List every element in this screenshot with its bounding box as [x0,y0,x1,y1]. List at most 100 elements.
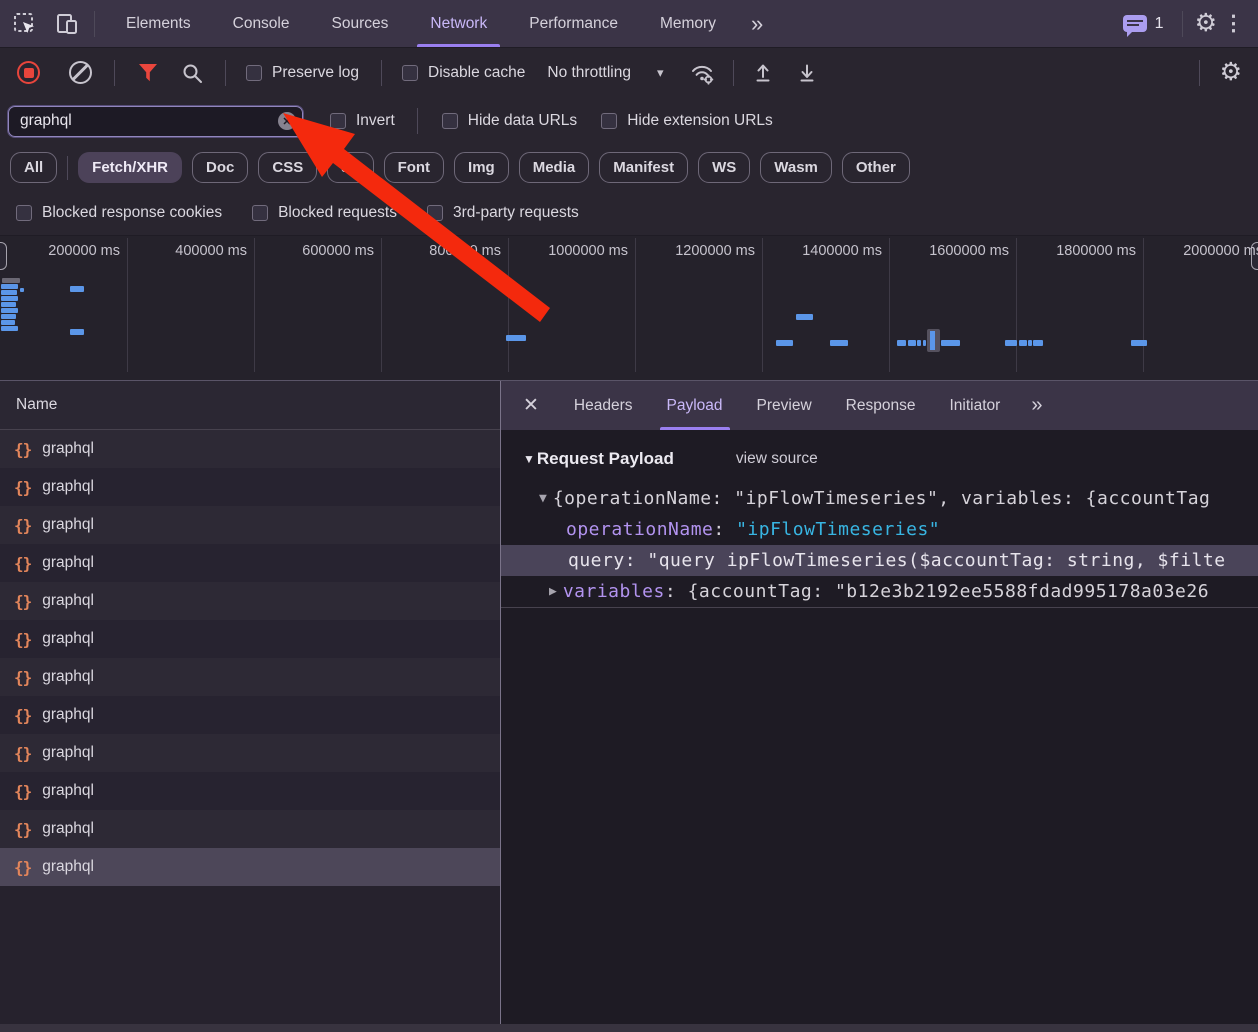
view-source-link[interactable]: view source [736,450,818,468]
network-conditions-icon[interactable] [689,61,715,85]
json-resource-icon: {} [14,591,32,611]
detail-tab-initiator[interactable]: Initiator [932,381,1017,430]
timeline-tick-label: 1400000 ms [802,243,882,259]
dropdown-arrow-icon: ▾ [656,64,664,80]
type-filter-css[interactable]: CSS [258,152,318,183]
filter-input[interactable]: graphql ✕ [7,104,304,138]
tab-memory[interactable]: Memory [639,0,737,47]
devtools-tabbar: Elements Console Sources Network Performance… [0,0,1258,47]
type-filter-doc[interactable]: Doc [192,152,249,183]
hide-data-urls-label: Hide data URLs [467,112,578,129]
issues-button[interactable]: 1 [1122,15,1164,37]
json-resource-icon: {} [14,743,32,763]
more-detail-tabs-button[interactable]: » [1017,381,1058,430]
divider [67,155,69,180]
network-settings-gear-icon[interactable]: ⚙ [1220,60,1242,85]
payload-section-title[interactable]: Request Payload [537,449,674,469]
request-row[interactable]: {} graphql [0,468,500,506]
type-filter-wasm[interactable]: Wasm [760,152,832,183]
tab-elements[interactable]: Elements [105,0,212,47]
inspect-element-icon[interactable] [8,7,42,41]
request-row[interactable]: {} graphql [0,658,500,696]
request-row[interactable]: {} graphql [0,696,500,734]
payload-tree-row[interactable]: query: "query ipFlowTimeseries($accountT… [501,545,1258,576]
request-name: graphql [42,782,94,799]
more-panels-button[interactable]: » [737,11,779,37]
timeline-gridline [762,238,763,372]
blocked-response-cookies-checkbox[interactable]: Blocked response cookies [16,204,222,222]
settings-gear-icon[interactable]: ⚙ [1195,11,1217,36]
clear-filter-icon[interactable]: ✕ [278,112,296,130]
payload-text: : [713,519,737,540]
json-resource-icon: {} [14,705,32,725]
detail-tab-preview[interactable]: Preview [740,381,829,430]
filter-icon[interactable] [137,63,159,83]
payload-tree-row[interactable]: operationName: "ipFlowTimeseries" [501,514,1258,545]
request-name: graphql [42,706,94,723]
search-icon[interactable] [181,62,203,84]
type-filter-media[interactable]: Media [518,152,590,183]
request-row[interactable]: {} graphql [0,734,500,772]
checkbox-label: Blocked requests [278,203,397,221]
invert-checkbox[interactable]: Invert [330,112,395,130]
type-filter-fetch-xhr[interactable]: Fetch/XHR [78,152,183,183]
detail-tab-response[interactable]: Response [829,381,933,430]
tab-console[interactable]: Console [212,0,311,47]
request-row[interactable]: {} graphql [0,772,500,810]
checkbox-box [330,113,346,129]
detail-tab-headers[interactable]: Headers [557,381,650,430]
timeline-tick-label: 200000 ms [48,243,120,259]
customize-devtools-icon[interactable]: ⋮ [1217,11,1258,36]
payload-tree-row[interactable]: ▼ {operationName: "ipFlowTimeseries", var… [501,483,1258,514]
disable-cache-checkbox[interactable]: Disable cache [402,64,525,82]
request-row[interactable]: {} graphql [0,544,500,582]
close-detail-icon[interactable]: ✕ [501,381,557,430]
3rd-party-requests-checkbox[interactable]: 3rd-party requests [426,204,579,222]
payload-tree-row[interactable]: ▶ variables: {accountTag: "b12e3b2192ee55… [501,576,1258,607]
type-filter-ws[interactable]: WS [698,152,751,183]
invert-label: Invert [356,112,395,129]
type-filter-manifest[interactable]: Manifest [599,152,689,183]
overview-left-handle[interactable] [0,242,7,270]
timeline-gridline [889,238,890,372]
request-row[interactable]: {} graphql [0,430,500,468]
import-har-icon[interactable] [752,62,774,84]
preserve-log-checkbox[interactable]: Preserve log [246,64,359,82]
request-name: graphql [42,858,94,875]
name-column-header[interactable]: Name [0,381,500,430]
request-timing-bar [70,329,84,335]
clear-network-log-button[interactable] [69,61,92,84]
type-filter-js[interactable]: JS [327,152,374,183]
export-har-icon[interactable] [796,62,818,84]
hide-extension-urls-checkbox[interactable]: Hide extension URLs [601,112,773,130]
request-timing-bar [1,296,18,301]
request-row[interactable]: {} graphql [0,620,500,658]
json-resource-icon: {} [14,819,32,839]
request-row[interactable]: {} graphql [0,848,500,886]
tab-network[interactable]: Network [409,0,508,47]
type-filter-other[interactable]: Other [841,152,910,183]
request-row[interactable]: {} graphql [0,506,500,544]
detail-tab-payload[interactable]: Payload [650,381,740,430]
type-filter-img[interactable]: Img [454,152,509,183]
checkbox-box [441,113,458,129]
blocked-requests-checkbox[interactable]: Blocked requests [252,204,397,222]
json-resource-icon: {} [14,439,32,459]
checkbox-box [246,64,262,81]
tab-sources[interactable]: Sources [311,0,410,47]
record-network-log-button[interactable] [17,61,40,84]
hide-data-urls-checkbox[interactable]: Hide data URLs [441,112,578,130]
request-row[interactable]: {} graphql [0,582,500,620]
network-overview-timeline[interactable]: 200000 ms 400000 ms 600000 ms 800000 ms 1000… [0,235,1258,380]
timeline-gridline [381,238,382,372]
device-toolbar-icon[interactable] [50,7,84,41]
collapse-triangle-icon[interactable]: ▼ [523,452,535,466]
type-filter-all[interactable]: All [10,152,58,183]
request-row[interactable]: {} graphql [0,810,500,848]
timeline-tick-label: 800000 ms [429,243,501,259]
request-type-filters: All Fetch/XHR Doc CSS JS Font Img Media Manifest… [0,145,1258,190]
tab-performance[interactable]: Performance [508,0,639,47]
request-timing-bar [776,340,793,346]
type-filter-font[interactable]: Font [383,152,445,183]
throttling-select[interactable]: No throttling ▾ [547,64,663,82]
